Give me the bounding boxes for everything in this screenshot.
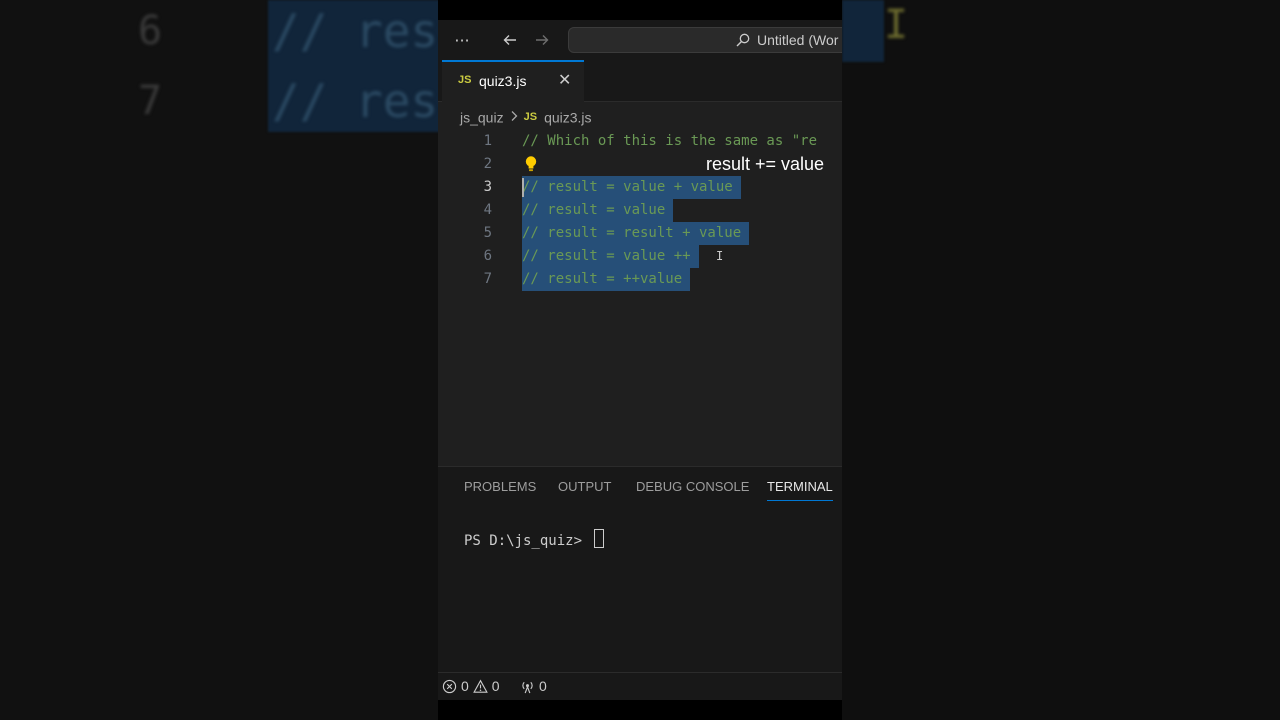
line-number: 6 <box>483 248 492 264</box>
chevron-right-icon <box>510 109 518 125</box>
answer-overlay: result += value <box>706 154 825 174</box>
title-bar: ··· Untitled (Wor <box>438 20 842 60</box>
line-number: 4 <box>483 202 492 218</box>
terminal-cursor <box>594 529 605 548</box>
javascript-file-icon: JS <box>523 111 538 124</box>
close-icon[interactable]: ✕ <box>558 70 571 89</box>
code-line: 3 // result = value + value <box>438 176 842 199</box>
code-line: 2 result += value <box>438 153 842 176</box>
lightbulb-icon[interactable] <box>524 155 538 173</box>
breadcrumb-folder[interactable]: js_quiz <box>460 109 504 125</box>
background-left: 6 7 // res // res <box>0 0 438 720</box>
code-text: // result = ++value <box>522 268 691 291</box>
breadcrumb: js_quiz JS quiz3.js <box>460 108 592 128</box>
background-line-number: 7 <box>138 78 163 124</box>
background-text-cursor: I <box>884 2 909 48</box>
ports-count: 0 <box>539 678 547 694</box>
javascript-file-icon: JS <box>458 74 472 86</box>
text-caret <box>522 178 524 197</box>
code-line: 5 // result = result + value <box>438 222 842 245</box>
status-ports[interactable]: 0 <box>520 678 547 694</box>
bottom-panel: PROBLEMS OUTPUT DEBUG CONSOLE TERMINAL P… <box>438 466 842 672</box>
tab-quiz3-js[interactable]: JS quiz3.js ✕ <box>442 60 584 102</box>
status-bar: 0 0 0 <box>438 672 842 700</box>
warning-count: 0 <box>491 678 500 694</box>
error-icon <box>442 679 457 693</box>
line-number: 1 <box>483 133 492 149</box>
line-number: 3 <box>483 179 492 195</box>
editor-tabs-bar: JS quiz3.js ✕ <box>438 60 842 102</box>
code-text: // result = result + value <box>522 222 750 245</box>
search-text: Untitled (Wor <box>757 32 839 48</box>
tab-output[interactable]: OUTPUT <box>558 479 611 494</box>
tab-label: quiz3.js <box>479 73 527 89</box>
error-count: 0 <box>461 678 469 694</box>
bottom-letterbox <box>438 700 842 720</box>
code-line: 1 // Which of this is the same as "re <box>438 130 842 153</box>
arrow-right-icon[interactable] <box>530 28 554 52</box>
ibeam-cursor-icon: I <box>716 249 724 263</box>
tab-terminal[interactable]: TERMINAL <box>767 479 833 501</box>
warning-icon <box>472 679 488 693</box>
background-code: // res <box>272 74 438 128</box>
tab-problems[interactable]: PROBLEMS <box>464 479 536 494</box>
code-text: // result = value ++ <box>522 245 699 268</box>
code-text: // result = value + value <box>522 176 741 199</box>
breadcrumb-file[interactable]: quiz3.js <box>544 109 591 125</box>
terminal-line[interactable]: PS D:\js_quiz> <box>464 529 605 549</box>
editor-window: ··· Untitled (Wor JS quiz3.js ✕ js_quiz J… <box>438 0 842 720</box>
code-line: 4 // result = value <box>438 199 842 222</box>
line-number: 7 <box>483 271 492 287</box>
broadcast-icon <box>522 681 533 693</box>
background-right: I <box>842 0 1280 720</box>
line-number: 2 <box>483 156 492 172</box>
code-editor[interactable]: 1 // Which of this is the same as "re 2 … <box>438 130 842 460</box>
background-line-number: 6 <box>138 8 163 54</box>
ellipsis-icon[interactable]: ··· <box>450 28 474 52</box>
background-selection <box>842 0 884 62</box>
code-text: // Which of this is the same as "re <box>522 133 818 149</box>
code-line: 6 // result = value ++ I <box>438 245 842 268</box>
terminal-prompt: PS D:\js_quiz> <box>464 533 591 549</box>
arrow-left-icon[interactable] <box>498 28 522 52</box>
command-center-search[interactable]: Untitled (Wor <box>568 27 842 53</box>
line-number: 5 <box>483 225 492 241</box>
status-problems[interactable]: 0 0 <box>442 678 500 694</box>
background-code: // res <box>272 4 438 58</box>
code-text: // result = value <box>522 199 674 222</box>
top-letterbox <box>438 0 842 20</box>
tab-debug-console[interactable]: DEBUG CONSOLE <box>636 479 749 494</box>
search-icon <box>736 33 750 47</box>
code-line: 7 // result = ++value <box>438 268 842 291</box>
